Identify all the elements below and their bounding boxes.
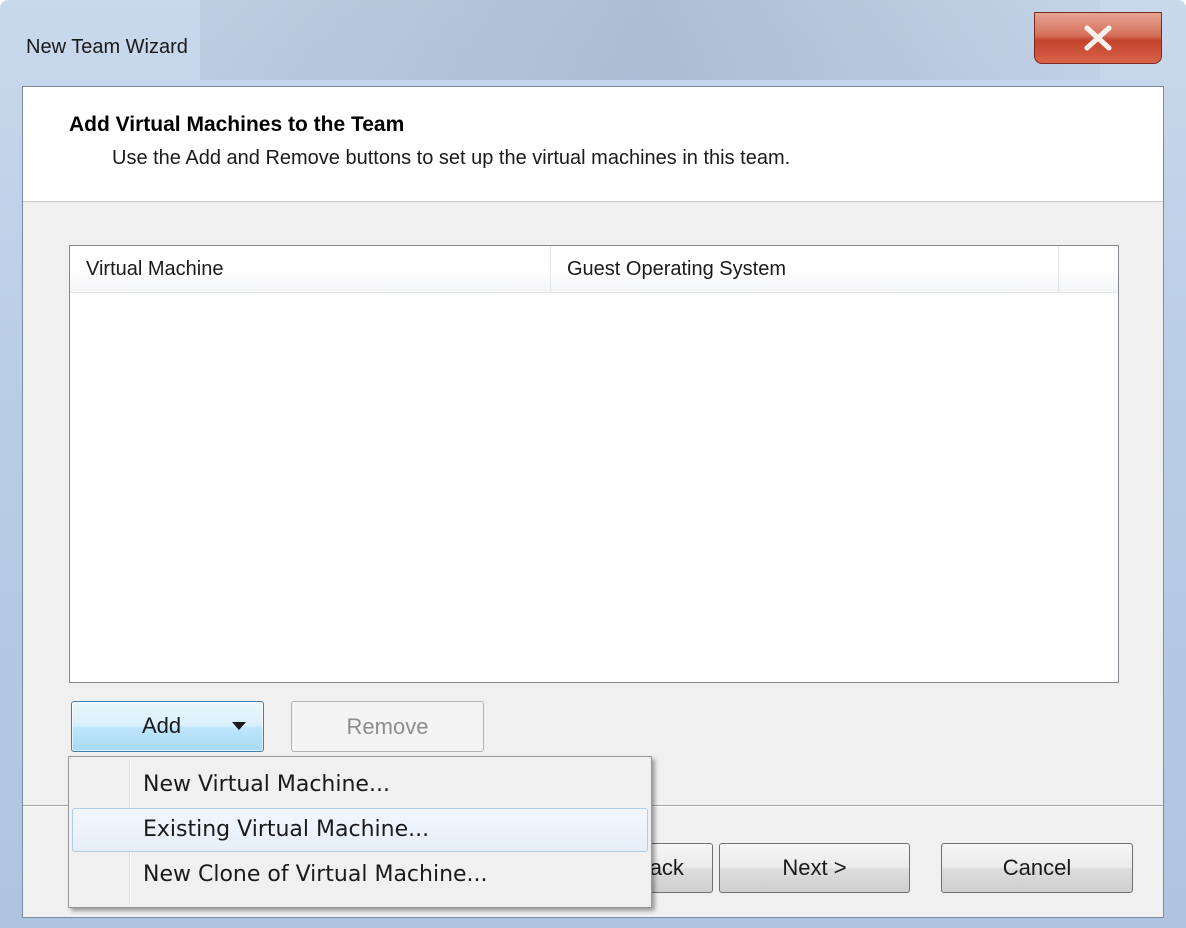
page-subtitle: Use the Add and Remove buttons to set up… <box>112 147 791 169</box>
dropdown-arrow-icon <box>232 722 246 730</box>
column-header-filler <box>1059 246 1118 292</box>
title-bar[interactable]: New Team Wizard <box>0 0 1186 86</box>
menu-item-new-virtual-machine[interactable]: New Virtual Machine... <box>72 763 648 807</box>
menu-item-existing-virtual-machine[interactable]: Existing Virtual Machine... <box>72 808 648 852</box>
add-button-label: Add <box>142 713 182 738</box>
next-button[interactable]: Next > <box>719 843 910 893</box>
list-header: Virtual Machine Guest Operating System <box>70 246 1118 293</box>
close-x-icon <box>1084 25 1112 51</box>
new-team-wizard-window: New Team Wizard Add Virtual Machines to … <box>0 0 1186 928</box>
menu-item-new-clone[interactable]: New Clone of Virtual Machine... <box>72 853 648 897</box>
cancel-button[interactable]: Cancel <box>941 843 1133 893</box>
remove-button[interactable]: Remove <box>291 701 484 752</box>
column-header-virtual-machine[interactable]: Virtual Machine <box>70 246 551 292</box>
window-title: New Team Wizard <box>26 36 188 58</box>
wizard-header: Add Virtual Machines to the Team Use the… <box>23 87 1163 202</box>
add-dropdown-button[interactable]: Add <box>71 701 264 752</box>
virtual-machine-list[interactable]: Virtual Machine Guest Operating System <box>69 245 1119 683</box>
add-dropdown-menu: New Virtual Machine... Existing Virtual … <box>68 756 652 908</box>
page-title: Add Virtual Machines to the Team <box>69 113 405 136</box>
column-header-guest-os[interactable]: Guest Operating System <box>551 246 1059 292</box>
close-button[interactable] <box>1034 12 1162 64</box>
